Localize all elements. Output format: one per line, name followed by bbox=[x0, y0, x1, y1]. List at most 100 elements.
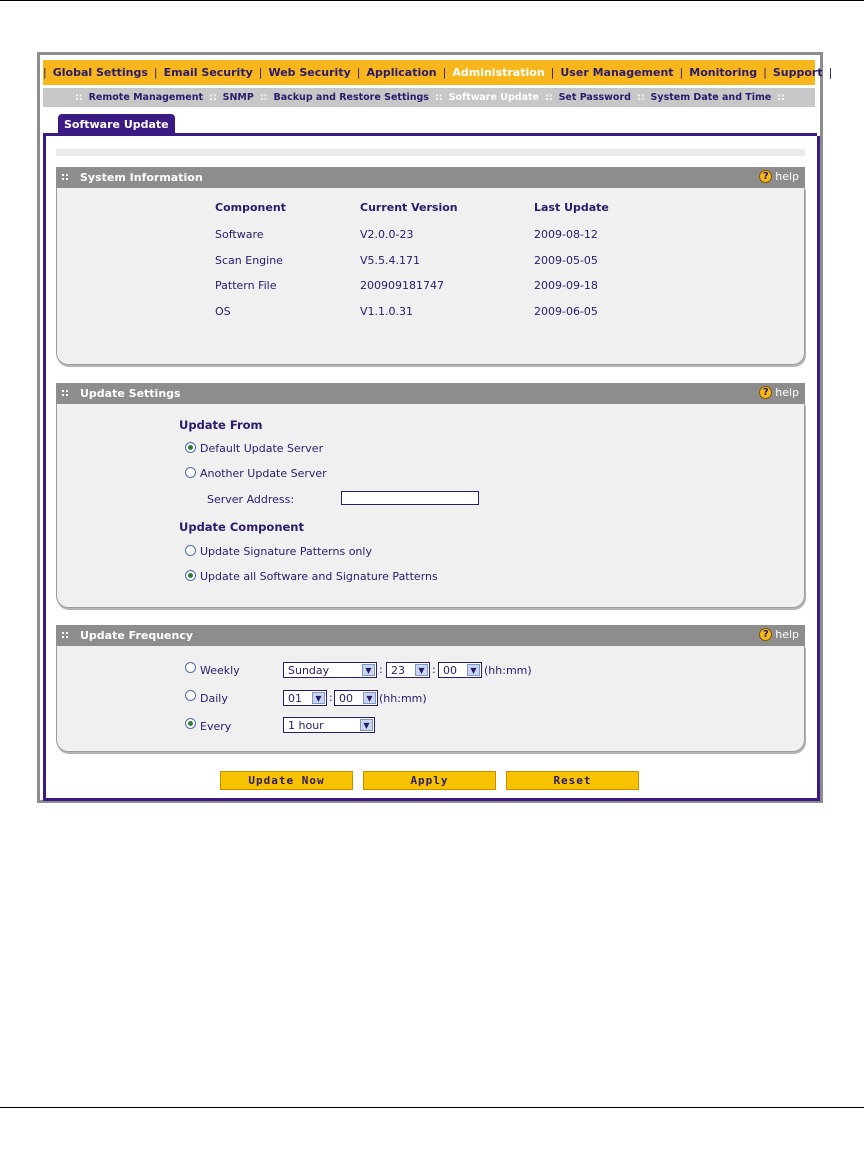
update-frequency-body: Weekly Sunday ▼ : 23 ▼ : 00 ▼ (hh:mm) Daily… bbox=[56, 646, 805, 752]
sub-navigation: :: Remote Management:: SNMP:: Backup and Re… bbox=[43, 88, 815, 107]
page-bottom-rule bbox=[0, 1107, 864, 1108]
daily-label: Daily bbox=[200, 692, 228, 705]
subnav-separator: :: bbox=[777, 92, 785, 103]
update-settings-body: Update From Default Update Server Anothe… bbox=[56, 404, 805, 608]
another-server-radio[interactable] bbox=[185, 467, 196, 478]
grip-icon bbox=[62, 389, 72, 399]
nav-separator: | bbox=[828, 66, 833, 79]
daily-minute-select[interactable]: 00 ▼ bbox=[334, 690, 378, 706]
table-cell-component: OS bbox=[215, 305, 231, 318]
chevron-down-icon: ▼ bbox=[363, 692, 376, 704]
page-top-rule bbox=[0, 0, 864, 1]
nav-item-monitoring[interactable]: Monitoring bbox=[683, 66, 763, 79]
weekly-hhmm-hint: (hh:mm) bbox=[484, 664, 532, 677]
daily-hhmm-hint: (hh:mm) bbox=[379, 692, 427, 705]
table-cell-version: V2.0.0-23 bbox=[360, 228, 414, 241]
update-now-button[interactable]: Update Now bbox=[220, 771, 353, 790]
browser-frame: | Global Settings | Email Security | Web Secu… bbox=[37, 52, 832, 803]
daily-radio[interactable] bbox=[185, 690, 196, 701]
section-title: Update Settings bbox=[80, 387, 181, 400]
grip-icon bbox=[62, 173, 72, 183]
server-address-input[interactable] bbox=[341, 491, 479, 505]
table-cell-updated: 2009-09-18 bbox=[534, 279, 598, 292]
daily-hour-select[interactable]: 01 ▼ bbox=[283, 690, 327, 706]
time-separator: : bbox=[432, 663, 436, 676]
tab-software-update[interactable]: Software Update bbox=[58, 114, 175, 134]
help-icon: ? bbox=[759, 386, 773, 399]
subnav-item-remote-management[interactable]: Remote Management bbox=[85, 92, 207, 103]
subnav-separator: :: bbox=[434, 92, 443, 103]
nav-item-email-security[interactable]: Email Security bbox=[158, 66, 259, 79]
server-address-label: Server Address: bbox=[207, 493, 295, 506]
chevron-down-icon: ▼ bbox=[360, 719, 373, 731]
weekly-radio[interactable] bbox=[185, 662, 196, 673]
table-cell-updated: 2009-05-05 bbox=[534, 254, 598, 267]
nav-item-support[interactable]: Support bbox=[767, 66, 829, 79]
admin-panel: | Global Settings | Email Security | Web Secu… bbox=[40, 55, 832, 801]
nav-item-global-settings[interactable]: Global Settings bbox=[47, 66, 154, 79]
help-icon: ? bbox=[759, 170, 773, 183]
system-info-table: Component Current Version Last Update So… bbox=[57, 188, 804, 364]
reset-button[interactable]: Reset bbox=[506, 771, 639, 790]
every-interval-select[interactable]: 1 hour ▼ bbox=[283, 717, 375, 733]
all-software-label: Update all Software and Signature Patter… bbox=[200, 570, 438, 583]
section-title: Update Frequency bbox=[80, 629, 194, 642]
subnav-separator: :: bbox=[75, 92, 83, 103]
nav-item-web-security[interactable]: Web Security bbox=[262, 66, 356, 79]
help-icon: ? bbox=[759, 628, 773, 641]
column-header-last-update: Last Update bbox=[534, 201, 609, 214]
nav-item-administration[interactable]: Administration bbox=[446, 66, 550, 79]
default-server-label: Default Update Server bbox=[200, 442, 324, 455]
update-frequency-header: Update Frequency ? help bbox=[56, 625, 805, 646]
signature-only-label: Update Signature Patterns only bbox=[200, 545, 372, 558]
default-server-radio[interactable] bbox=[185, 442, 196, 453]
subnav-separator: :: bbox=[259, 92, 268, 103]
subnav-separator: :: bbox=[544, 92, 553, 103]
table-cell-component: Software bbox=[215, 228, 264, 241]
signature-only-radio[interactable] bbox=[185, 545, 196, 556]
time-separator: : bbox=[329, 691, 333, 704]
weekly-day-select[interactable]: Sunday ▼ bbox=[283, 662, 377, 678]
chevron-down-icon: ▼ bbox=[362, 664, 375, 676]
column-header-version: Current Version bbox=[360, 201, 458, 214]
subnav-separator: :: bbox=[209, 92, 217, 103]
chevron-down-icon: ▼ bbox=[312, 692, 325, 704]
table-cell-version: V5.5.4.171 bbox=[360, 254, 421, 267]
subnav-item-software-update[interactable]: Software Update bbox=[445, 92, 543, 103]
progress-bar-placeholder bbox=[56, 149, 805, 156]
system-information-header: System Information ? help bbox=[56, 167, 805, 188]
column-header-component: Component bbox=[215, 201, 286, 214]
help-link-update-frequency[interactable]: ? help bbox=[759, 628, 799, 641]
chevron-down-icon: ▼ bbox=[467, 664, 480, 676]
help-link-update-settings[interactable]: ? help bbox=[759, 386, 799, 399]
apply-button[interactable]: Apply bbox=[363, 771, 496, 790]
subnav-item-system-date-and-time[interactable]: System Date and Time bbox=[647, 92, 776, 103]
table-cell-version: 200909181747 bbox=[360, 279, 444, 292]
nav-item-application[interactable]: Application bbox=[360, 66, 442, 79]
update-settings-header: Update Settings ? help bbox=[56, 383, 805, 404]
another-server-label: Another Update Server bbox=[200, 467, 327, 480]
subnav-item-snmp[interactable]: SNMP bbox=[219, 92, 258, 103]
all-software-radio[interactable] bbox=[185, 570, 196, 581]
every-radio[interactable] bbox=[185, 718, 196, 729]
update-from-label: Update From bbox=[179, 418, 263, 432]
every-label: Every bbox=[200, 720, 232, 733]
update-component-label: Update Component bbox=[179, 520, 304, 534]
weekly-label: Weekly bbox=[200, 664, 240, 677]
table-cell-updated: 2009-06-05 bbox=[534, 305, 598, 318]
section-title: System Information bbox=[80, 171, 203, 184]
table-cell-component: Scan Engine bbox=[215, 254, 283, 267]
weekly-minute-select[interactable]: 00 ▼ bbox=[438, 662, 482, 678]
nav-item-user-management[interactable]: User Management bbox=[554, 66, 679, 79]
subnav-item-backup-and-restore-settings[interactable]: Backup and Restore Settings bbox=[269, 92, 433, 103]
time-separator: : bbox=[379, 663, 383, 676]
subnav-item-set-password[interactable]: Set Password bbox=[555, 92, 635, 103]
table-cell-component: Pattern File bbox=[215, 279, 277, 292]
main-navigation: | Global Settings | Email Security | Web Secu… bbox=[43, 60, 832, 85]
grip-icon bbox=[62, 631, 72, 641]
help-link-system-information[interactable]: ? help bbox=[759, 170, 799, 183]
weekly-hour-select[interactable]: 23 ▼ bbox=[386, 662, 430, 678]
chevron-down-icon: ▼ bbox=[415, 664, 428, 676]
system-information-body: Component Current Version Last Update So… bbox=[56, 188, 805, 365]
subnav-separator: :: bbox=[636, 92, 645, 103]
